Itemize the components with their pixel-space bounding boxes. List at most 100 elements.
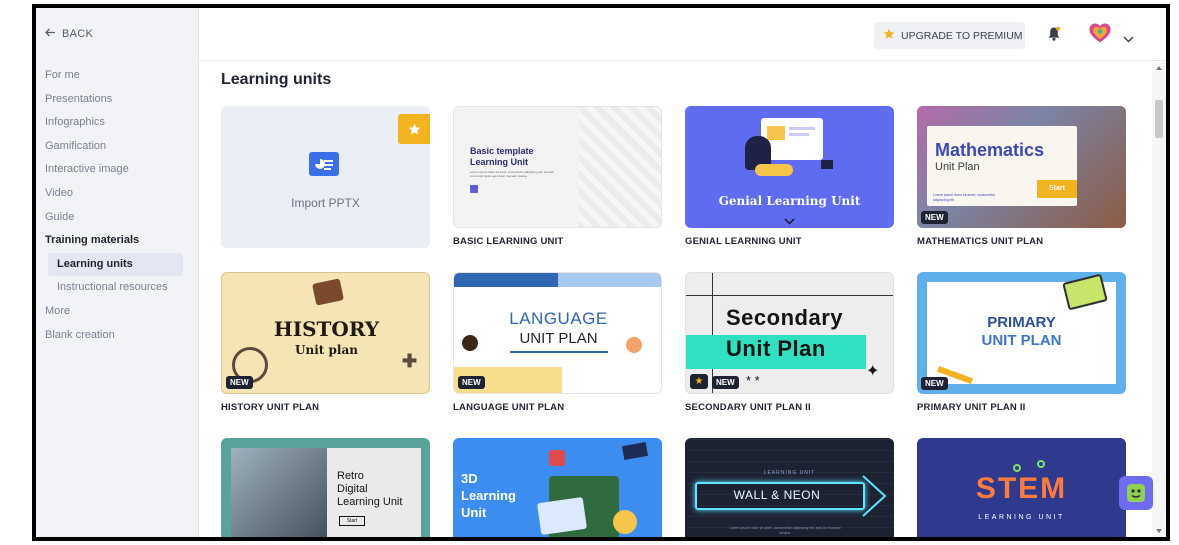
sidebar-item-infographics[interactable]: Infographics: [36, 111, 199, 135]
template-thumbnail[interactable]: 3D Learning Unit: [453, 438, 662, 537]
molecule-decoration: [1037, 460, 1045, 468]
upgrade-to-premium-button[interactable]: UPGRADE TO PREMIUM: [874, 22, 1025, 49]
chevron-down-icon[interactable]: [1123, 30, 1134, 48]
sidebar-item-guide[interactable]: Guide: [36, 206, 199, 230]
pattern-decoration: [579, 107, 661, 227]
thumb-subtitle: LEARNING UNIT: [978, 514, 1065, 521]
template-thumbnail[interactable]: Basic template Learning Unit Lorem ipsum…: [453, 106, 662, 228]
thumb-title: Basic template: [470, 146, 534, 156]
heart-bubble-icon: [549, 450, 565, 466]
template-card-history-unit-plan[interactable]: HISTORY Unit plan ✚ NEW HISTORY UNIT PLA…: [221, 272, 430, 413]
template-card-3d-learning-unit[interactable]: 3D Learning Unit: [453, 438, 662, 537]
premium-star-badge: ★: [690, 374, 708, 389]
new-badge: NEW: [712, 376, 739, 389]
vertical-scrollbar[interactable]: [1152, 62, 1166, 537]
thumb-title: LANGUAGE: [509, 309, 608, 328]
premium-star-badge: [398, 114, 430, 144]
thumb-subtitle: UNIT PLAN: [981, 332, 1062, 349]
arrow-left-icon: [45, 28, 56, 40]
template-thumbnail[interactable]: Genial Learning Unit: [685, 106, 894, 228]
card-caption: PRIMARY UNIT PLAN II: [917, 402, 1026, 413]
template-card-mathematics-unit-plan[interactable]: Mathematics Unit Plan Lorem ipsum dolor …: [917, 106, 1126, 247]
thumb-line3: Learning Unit: [337, 496, 403, 508]
app-window: BACK For me Presentations Infographics G…: [32, 4, 1170, 541]
graduation-cap-icon: [621, 442, 649, 460]
sidebar-item-for-me[interactable]: For me: [36, 64, 199, 88]
thumb-body: Lorem ipsum dolor sit amet, consectetur …: [933, 193, 996, 202]
template-thumbnail[interactable]: Retro Digital Learning Unit Start: [221, 438, 430, 537]
page-title: Learning units: [221, 71, 332, 88]
template-card-secondary-unit-plan-ii[interactable]: Secondary Unit Plan ✦ ★ NEW * * SECONDAR…: [685, 272, 894, 413]
person-legs-illustration: [755, 164, 793, 176]
thumb-title: STEM: [975, 472, 1068, 505]
main-content: Learning units Import PPTX Basic templat…: [199, 62, 1152, 537]
star-icon: [883, 28, 895, 43]
template-card-primary-unit-plan-ii[interactable]: PRIMARY UNIT PLAN NEW PRIMARY UNIT PLAN …: [917, 272, 1126, 413]
sidebar-item-more[interactable]: More: [36, 300, 199, 324]
thumb-title: HISTORY: [273, 317, 380, 341]
thumb-body: Lorem ipsum dolor sit amet, consectetur …: [729, 526, 841, 535]
bell-icon[interactable]: [1047, 26, 1061, 47]
back-label: BACK: [62, 28, 94, 40]
thumb-subtitle: Learning Unit: [470, 157, 528, 167]
card-caption: SECONDARY UNIT PLAN II: [685, 402, 811, 413]
thumb-title: 3D: [461, 471, 478, 486]
card-caption: MATHEMATICS UNIT PLAN: [917, 236, 1044, 247]
top-bar: UPGRADE TO PREMIUM: [199, 8, 1166, 61]
thumb-body: Lorem ipsum dolor sit amet, consectetur …: [470, 170, 555, 178]
thumb-title: Secondary: [726, 305, 843, 330]
sidebar-item-instructional-resources[interactable]: Instructional resources: [36, 276, 199, 300]
sidebar-item-learning-units[interactable]: Learning units: [48, 252, 183, 277]
sidebar-item-training-materials[interactable]: Training materials: [36, 229, 199, 253]
thumb-square-icon: [470, 185, 478, 193]
import-pptx-card[interactable]: Import PPTX: [221, 106, 430, 248]
back-button[interactable]: BACK: [45, 28, 93, 40]
template-card-basic-learning-unit[interactable]: Basic template Learning Unit Lorem ipsum…: [453, 106, 662, 247]
scrollbar-thumb[interactable]: [1155, 100, 1163, 138]
help-chat-button[interactable]: [1119, 476, 1153, 510]
underline-decoration: [510, 351, 608, 353]
template-thumbnail[interactable]: HISTORY Unit plan ✚ NEW: [221, 272, 430, 394]
emoji-illustration: [613, 510, 637, 534]
scroll-up-icon[interactable]: [1156, 66, 1162, 70]
sidebar-nav: For me Presentations Infographics Gamifi…: [36, 64, 199, 347]
child-illustration: [626, 337, 642, 353]
sidebar-item-presentations[interactable]: Presentations: [36, 88, 199, 112]
template-thumbnail[interactable]: Secondary Unit Plan ✦ ★ NEW * *: [685, 272, 894, 394]
upgrade-label: UPGRADE TO PREMIUM: [901, 29, 1023, 42]
new-badge: NEW: [921, 377, 948, 390]
thumb-subtitle: Unit Plan: [935, 161, 980, 173]
template-thumbnail[interactable]: STEM LEARNING UNIT: [917, 438, 1126, 537]
certificate-illustration: [536, 496, 588, 536]
template-card-retro-digital-learning-unit[interactable]: Retro Digital Learning Unit Start: [221, 438, 430, 537]
top-stripe-left: [454, 273, 558, 287]
smiley-icon: [1126, 483, 1146, 508]
template-thumbnail[interactable]: LEARNING UNIT WALL & NEON Lorem ipsum do…: [685, 438, 894, 537]
sidebar: BACK For me Presentations Infographics G…: [36, 8, 199, 537]
template-thumbnail[interactable]: Mathematics Unit Plan Lorem ipsum dolor …: [917, 106, 1126, 228]
card-caption: BASIC LEARNING UNIT: [453, 236, 564, 247]
template-card-stem-learning-unit[interactable]: STEM LEARNING UNIT: [917, 438, 1126, 537]
new-badge: NEW: [226, 376, 253, 389]
thumb-start-button: Start: [339, 516, 365, 526]
plus-icon: ✚: [402, 351, 418, 371]
template-card-wall-and-neon[interactable]: LEARNING UNIT WALL & NEON Lorem ipsum do…: [685, 438, 894, 537]
import-pptx-tile[interactable]: Import PPTX: [221, 106, 430, 248]
scroll-down-icon[interactable]: [1156, 529, 1162, 533]
neon-arrow-icon: [861, 474, 887, 523]
sidebar-item-interactive-image[interactable]: Interactive image: [36, 158, 199, 182]
book-icon: [312, 278, 344, 306]
card-caption: GENIAL LEARNING UNIT: [685, 236, 802, 247]
sidebar-item-gamification[interactable]: Gamification: [36, 135, 199, 159]
sidebar-item-video[interactable]: Video: [36, 182, 199, 206]
avatar-heart-icon: [1088, 22, 1112, 49]
template-card-language-unit-plan[interactable]: LANGUAGE UNIT PLAN NEW LANGUAGE UNIT PLA…: [453, 272, 662, 413]
sidebar-item-blank-creation[interactable]: Blank creation: [36, 324, 199, 348]
avatar[interactable]: [1087, 22, 1113, 48]
thumb-title: PRIMARY: [987, 314, 1056, 331]
template-thumbnail[interactable]: PRIMARY UNIT PLAN NEW: [917, 272, 1126, 394]
asterisk-decoration: * *: [746, 373, 760, 388]
template-card-genial-learning-unit[interactable]: Genial Learning Unit GENIAL LEARNING UNI…: [685, 106, 894, 247]
thumb-line3: Unit: [461, 505, 487, 520]
template-thumbnail[interactable]: LANGUAGE UNIT PLAN NEW: [453, 272, 662, 394]
